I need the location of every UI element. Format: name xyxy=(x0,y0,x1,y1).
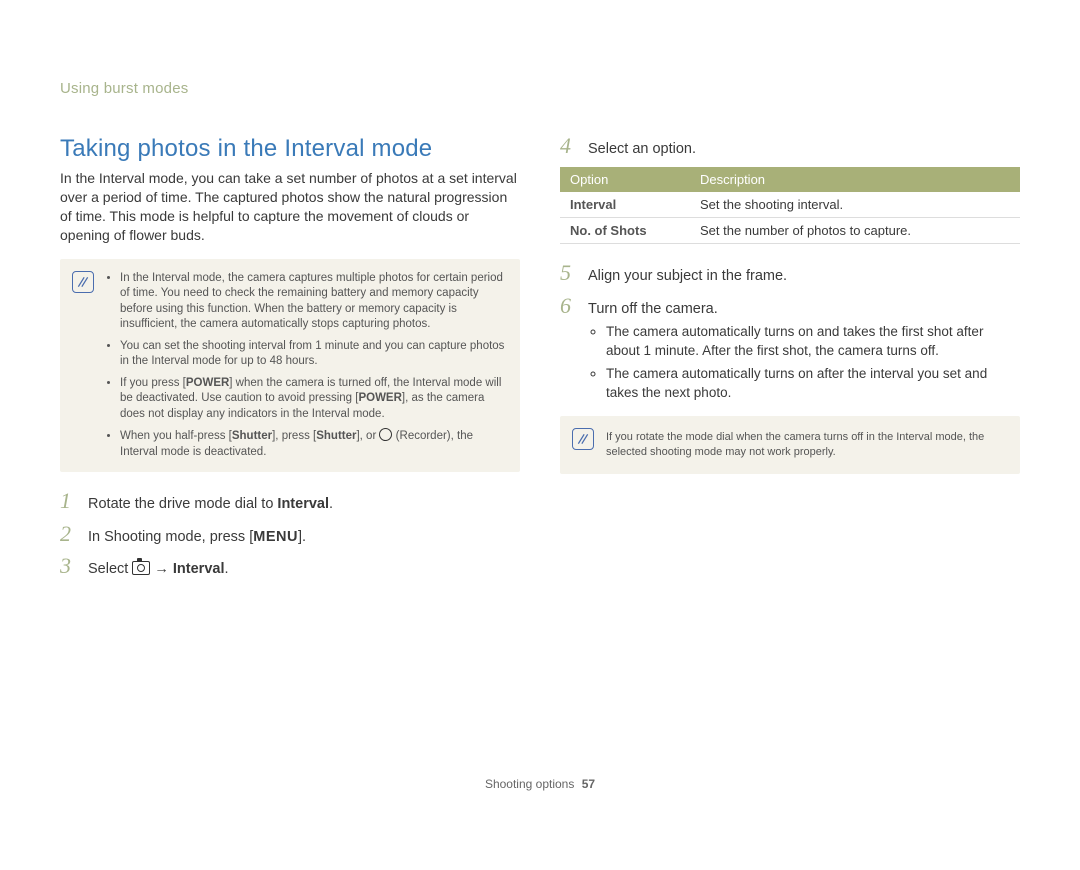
intro-paragraph: In the Interval mode, you can take a set… xyxy=(60,169,520,245)
note-icon xyxy=(572,428,594,450)
table-cell-key: No. of Shots xyxy=(560,218,690,244)
step-3: 3 Select → Interval. xyxy=(60,555,520,579)
recorder-icon xyxy=(379,428,392,441)
table-row: Interval Set the shooting interval. xyxy=(560,192,1020,218)
page-heading: Taking photos in the Interval mode xyxy=(60,135,520,163)
note1-item: If you press [POWER] when the camera is … xyxy=(120,376,508,423)
note-box-2: If you rotate the mode dial when the cam… xyxy=(560,416,1020,474)
note1-item: In the Interval mode, the camera capture… xyxy=(120,271,508,333)
step-5: 5 Align your subject in the frame. xyxy=(560,262,1020,286)
note-box-1: In the Interval mode, the camera capture… xyxy=(60,259,520,473)
step-number: 6 xyxy=(560,295,588,317)
step-text: ]. xyxy=(298,529,306,545)
step-1: 1 Rotate the drive mode dial to Interval… xyxy=(60,490,520,514)
right-column: 4 Select an option. Option Description I… xyxy=(560,135,1020,587)
footer-page-number: 57 xyxy=(582,777,595,791)
table-cell-key: Interval xyxy=(560,192,690,218)
table-cell-value: Set the number of photos to capture. xyxy=(690,218,1020,244)
left-column: Taking photos in the Interval mode In th… xyxy=(60,135,520,587)
step-4: 4 Select an option. xyxy=(560,135,1020,159)
step-text: Align your subject in the frame. xyxy=(588,266,1020,286)
step-number: 5 xyxy=(560,262,588,284)
note2-text: If you rotate the mode dial when the cam… xyxy=(606,431,984,458)
step-number: 4 xyxy=(560,135,588,157)
note1-item: You can set the shooting interval from 1… xyxy=(120,339,508,370)
step-text: Select xyxy=(88,561,132,577)
menu-label: MENU xyxy=(253,529,298,545)
step-text: . xyxy=(225,561,229,577)
substep-item: The camera automatically turns on after … xyxy=(606,365,1020,403)
table-cell-value: Set the shooting interval. xyxy=(690,192,1020,218)
breadcrumb: Using burst modes xyxy=(60,80,188,97)
arrow-text: → xyxy=(150,561,173,577)
table-row: No. of Shots Set the number of photos to… xyxy=(560,218,1020,244)
step-text: Turn off the camera. xyxy=(588,301,718,317)
step-number: 2 xyxy=(60,523,88,545)
options-table: Option Description Interval Set the shoo… xyxy=(560,167,1020,244)
table-header-description: Description xyxy=(690,167,1020,192)
substep-item: The camera automatically turns on and ta… xyxy=(606,323,1020,361)
step-6: 6 Turn off the camera. The camera automa… xyxy=(560,295,1020,407)
step-2: 2 In Shooting mode, press [MENU]. xyxy=(60,523,520,547)
note1-item: When you half-press [Shutter], press [Sh… xyxy=(120,428,508,460)
page-footer: Shooting options 57 xyxy=(0,777,1080,791)
footer-section: Shooting options xyxy=(485,777,574,791)
step-bold: Interval xyxy=(173,561,225,577)
table-header-option: Option xyxy=(560,167,690,192)
step-number: 1 xyxy=(60,490,88,512)
step-text: In Shooting mode, press [ xyxy=(88,529,253,545)
step-number: 3 xyxy=(60,555,88,577)
step-bold: Interval xyxy=(277,496,329,512)
camera-icon xyxy=(132,561,150,575)
note-icon xyxy=(72,271,94,293)
step-text: Select an option. xyxy=(588,139,1020,159)
step-text: . xyxy=(329,496,333,512)
step-text: Rotate the drive mode dial to xyxy=(88,496,277,512)
